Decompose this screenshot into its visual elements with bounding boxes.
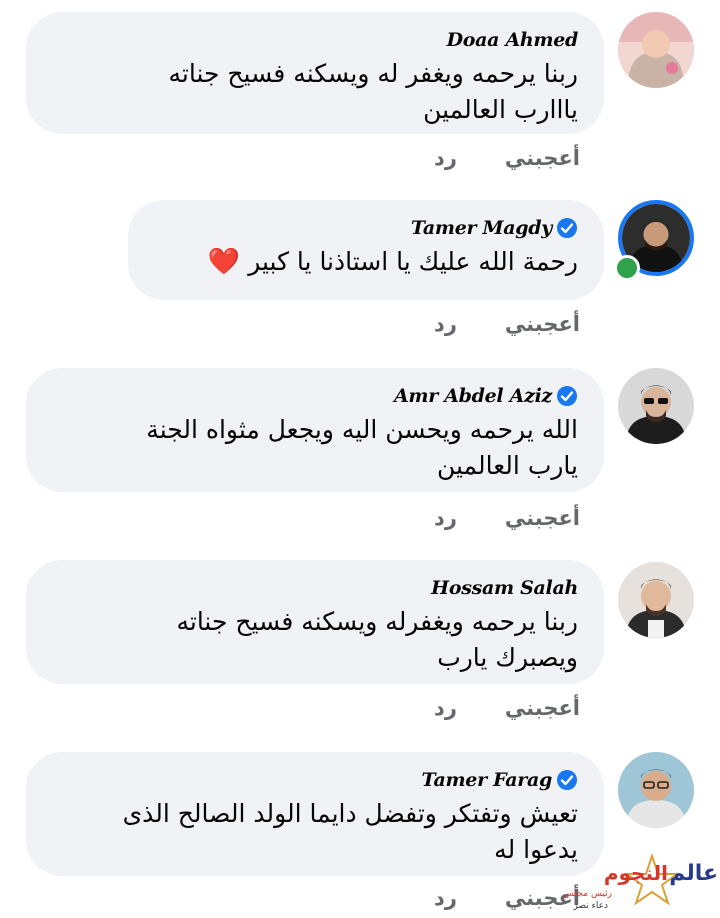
- comment-text-body: رحمة الله عليك يا استاذنا يا كبير: [248, 247, 578, 276]
- comment-text: تعيش وتفتكر وتفضل دايما الولد الصالح الذ…: [122, 799, 578, 864]
- svg-text:رئيس مجلس الإدارة: رئيس مجلس الإدارة: [560, 889, 612, 899]
- verified-badge-icon: [557, 386, 577, 406]
- comment-bubble: Hossam Salah ربنا يرحمه ويغفرله ويسكنه ف…: [26, 560, 604, 684]
- svg-text:عالم: عالم: [669, 861, 718, 886]
- comment-text: الله يرحمه ويحسن اليه ويجعل مثواه الجنة …: [146, 415, 578, 480]
- avatar-woman-photo-icon: [618, 12, 694, 88]
- author-name[interactable]: Tamer Magdy: [411, 217, 552, 239]
- author-row: Tamer Magdy: [154, 214, 578, 242]
- reply-button[interactable]: رد: [434, 886, 457, 910]
- avatar-man-glasses-photo-icon: [618, 752, 694, 828]
- avatar[interactable]: [618, 752, 694, 828]
- comment-actions: أعجبني رد: [434, 312, 580, 336]
- author-name[interactable]: Amr Abdel Aziz: [394, 385, 552, 407]
- verified-badge-icon: [557, 218, 577, 238]
- comment-text: ربنا يرحمه ويغفر له ويسكنه فسيح جناته يا…: [168, 59, 579, 124]
- comment-bubble: Tamer Farag تعيش وتفتكر وتفضل دايما الول…: [26, 752, 604, 876]
- author-row: Doaa Ahmed: [52, 26, 579, 54]
- comment-text: ربنا يرحمه ويغفرله ويسكنه فسيح جناته ويص…: [176, 607, 578, 672]
- like-button[interactable]: أعجبني: [505, 146, 580, 170]
- reply-button[interactable]: رد: [434, 146, 457, 170]
- like-button[interactable]: أعجبني: [505, 506, 580, 530]
- avatar[interactable]: [618, 368, 694, 444]
- comment-actions: أعجبني رد: [434, 506, 580, 530]
- online-status-icon: [614, 255, 640, 281]
- site-logo-icon: عالم النجوم رئيس مجلس الإدارة دعاء نصر: [537, 852, 718, 911]
- comment-bubble: Amr Abdel Aziz الله يرحمه ويحسن اليه ويج…: [26, 368, 604, 492]
- avatar-man-photo-icon: [618, 562, 694, 638]
- reply-button[interactable]: رد: [434, 506, 457, 530]
- like-button[interactable]: أعجبني: [505, 312, 580, 336]
- comment-actions: أعجبني رد: [434, 696, 580, 720]
- reply-button[interactable]: رد: [434, 696, 457, 720]
- author-row: Tamer Farag: [52, 766, 578, 794]
- author-row: Hossam Salah: [52, 574, 578, 602]
- avatar[interactable]: [618, 562, 694, 638]
- svg-text:دعاء نصر: دعاء نصر: [573, 901, 609, 911]
- avatar[interactable]: [618, 12, 694, 88]
- watermark-logo: عالم النجوم رئيس مجلس الإدارة دعاء نصر: [537, 848, 720, 918]
- comment-bubble: Doaa Ahmed ربنا يرحمه ويغفر له ويسكنه فس…: [26, 12, 604, 134]
- author-name[interactable]: Hossam Salah: [431, 577, 578, 599]
- avatar-man-sunglasses-photo-icon: [618, 368, 694, 444]
- reply-button[interactable]: رد: [434, 312, 457, 336]
- heart-emoji-icon: ❤️: [207, 247, 241, 277]
- comment-actions: أعجبني رد: [434, 146, 580, 170]
- comment-text: رحمة الله عليك يا استاذنا يا كبير ❤️: [154, 244, 578, 280]
- author-row: Amr Abdel Aziz: [52, 382, 578, 410]
- comment-bubble: Tamer Magdy رحمة الله عليك يا استاذنا يا…: [128, 200, 604, 300]
- comment-actions: أعجبني رد: [434, 886, 580, 910]
- author-name[interactable]: Tamer Farag: [421, 769, 552, 791]
- like-button[interactable]: أعجبني: [505, 696, 580, 720]
- svg-text:النجوم: النجوم: [604, 861, 668, 885]
- verified-badge-icon: [557, 770, 577, 790]
- author-name[interactable]: Doaa Ahmed: [447, 29, 579, 51]
